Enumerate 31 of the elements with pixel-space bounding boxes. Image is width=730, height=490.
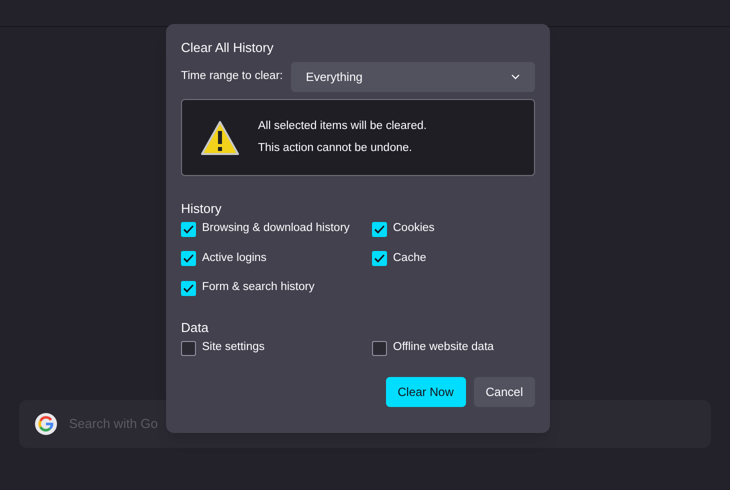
checkbox[interactable] <box>181 280 196 296</box>
cancel-button[interactable]: Cancel <box>474 377 535 407</box>
checkmark-icon <box>183 224 194 234</box>
clear-now-button[interactable]: Clear Now <box>386 377 466 407</box>
checkbox[interactable] <box>181 222 196 236</box>
checkbox[interactable] <box>372 251 387 266</box>
section-heading: History <box>181 200 222 217</box>
warning-icon <box>200 120 240 156</box>
checkmark-icon <box>183 284 194 292</box>
checkbox-label: Cache <box>393 250 426 266</box>
checkbox-label: Form & search history <box>202 280 314 296</box>
checkbox-label: Site settings <box>202 340 265 356</box>
checkbox-label: Browsing & download history <box>202 221 350 236</box>
checkbox[interactable] <box>181 340 196 356</box>
time-range-dropdown[interactable]: Everything <box>290 62 535 92</box>
time-range-label: Time range to clear: <box>181 69 283 84</box>
dialog-title: Clear All History <box>181 39 274 56</box>
checkbox-label: Active logins <box>202 250 267 266</box>
checkmark-icon <box>374 254 385 263</box>
warning-text: This action cannot be undone. <box>258 141 414 156</box>
section-heading: Data <box>181 319 210 336</box>
chevron-down-icon <box>511 74 520 80</box>
search-engine-icon <box>35 413 57 435</box>
checkmark-icon <box>183 254 194 263</box>
checkbox[interactable] <box>372 340 387 356</box>
warning-text: All selected items will be cleared. <box>258 118 427 134</box>
checkbox-label: Offline website data <box>393 340 494 356</box>
checkbox[interactable] <box>181 251 196 266</box>
checkmark-icon <box>374 224 385 234</box>
checkbox-label: Cookies <box>393 221 435 236</box>
checkbox[interactable] <box>372 222 387 236</box>
